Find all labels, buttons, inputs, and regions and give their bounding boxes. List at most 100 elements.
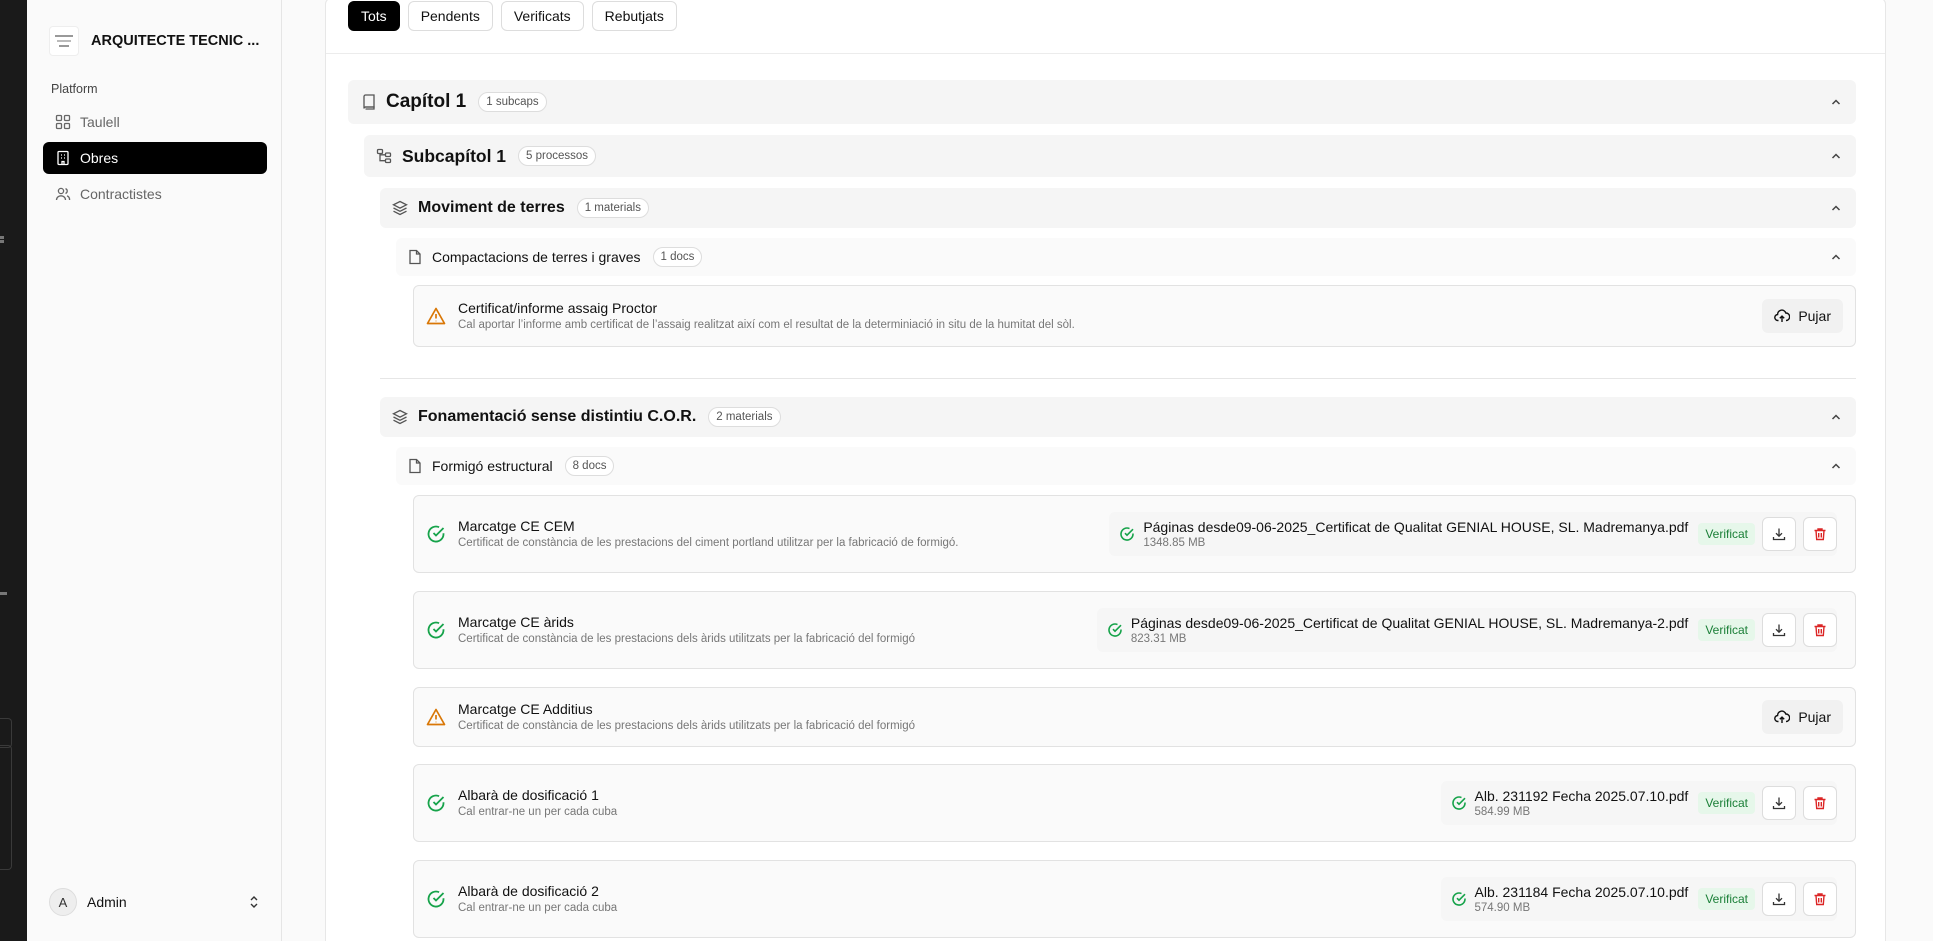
user-menu[interactable]: A Admin xyxy=(43,884,267,920)
document-description: Cal entrar-ne un per cada cuba xyxy=(458,806,618,818)
subchapter-header[interactable]: Subcapítol 1 5 processos xyxy=(364,135,1856,177)
tab-rebutjats[interactable]: Rebutjats xyxy=(591,1,677,31)
document-title: Marcatge CE àrids xyxy=(458,614,574,630)
file-name[interactable]: Páginas desde09-06-2025_Certificat de Qu… xyxy=(1131,615,1688,631)
chevron-up-icon[interactable] xyxy=(1830,251,1842,263)
check-circle-icon xyxy=(1451,796,1466,810)
trash-icon xyxy=(1814,797,1826,810)
status-badge: Verificat xyxy=(1698,523,1755,545)
main-content: Tots Pendents Verificats Rebutjats Capít… xyxy=(283,0,1933,941)
download-button[interactable] xyxy=(1762,613,1796,647)
file-name[interactable]: Páginas desde09-06-2025_Certificat de Qu… xyxy=(1143,519,1688,535)
upload-button[interactable]: Pujar xyxy=(1762,299,1843,333)
hierarchy-icon xyxy=(376,148,392,164)
status-filter-tabs: Tots Pendents Verificats Rebutjats xyxy=(348,1,677,31)
avatar: A xyxy=(49,888,77,916)
delete-button[interactable] xyxy=(1803,786,1837,820)
file-name[interactable]: Alb. 231192 Fecha 2025.07.10.pdf xyxy=(1475,788,1689,804)
document-title: Albarà de dosificació 1 xyxy=(458,787,599,803)
check-circle-icon xyxy=(427,890,445,908)
process-count-badge: 1 materials xyxy=(576,198,649,218)
document-item: Marcatge CE àrids Certificat de constànc… xyxy=(413,591,1856,669)
download-icon xyxy=(1772,797,1786,810)
layers-icon xyxy=(392,200,408,216)
file-size: 823.31 MB xyxy=(1130,633,1187,645)
download-icon xyxy=(1772,624,1786,637)
delete-button[interactable] xyxy=(1803,882,1837,916)
section-separator xyxy=(380,378,1856,379)
file-icon xyxy=(409,249,421,265)
documents-card: Tots Pendents Verificats Rebutjats Capít… xyxy=(325,0,1886,941)
sidebar-item-taulell[interactable]: Taulell xyxy=(43,106,267,138)
process-header[interactable]: Fonamentació sense distintiu C.O.R. 2 ma… xyxy=(380,397,1856,437)
sidebar-item-label: Obres xyxy=(80,150,119,166)
chapter-title: Capítol 1 xyxy=(386,91,467,112)
users-icon xyxy=(55,187,71,201)
sidebar-item-obres[interactable]: Obres xyxy=(43,142,267,174)
section-label: Platform xyxy=(51,82,98,96)
file-size: 1348.85 MB xyxy=(1143,537,1206,549)
sidebar-nav: Taulell Obres Contractistes xyxy=(43,106,267,214)
user-name: Admin xyxy=(87,894,127,910)
cloud-upload-icon xyxy=(1774,309,1791,322)
file-icon xyxy=(409,458,421,474)
file-name[interactable]: Alb. 231184 Fecha 2025.07.10.pdf xyxy=(1475,884,1689,900)
delete-button[interactable] xyxy=(1803,613,1837,647)
chevron-up-icon[interactable] xyxy=(1830,460,1842,472)
material-header[interactable]: Formigó estructural 8 docs xyxy=(396,447,1856,485)
cloud-upload-icon xyxy=(1774,710,1791,723)
document-title: Marcatge CE Additius xyxy=(458,701,593,717)
download-button[interactable] xyxy=(1762,517,1796,551)
trash-icon xyxy=(1814,624,1826,637)
building-icon xyxy=(57,150,69,166)
material-header[interactable]: Compactacions de terres i graves 1 docs xyxy=(396,238,1856,276)
download-icon xyxy=(1772,528,1786,541)
trash-icon xyxy=(1814,528,1826,541)
delete-button[interactable] xyxy=(1803,517,1837,551)
check-circle-icon xyxy=(427,621,445,639)
warning-icon xyxy=(426,708,446,726)
brand[interactable]: ARQUITECTE TECNIC ... xyxy=(49,26,259,56)
warning-icon xyxy=(426,307,446,325)
status-badge: Verificat xyxy=(1698,792,1755,814)
attached-file: Páginas desde09-06-2025_Certificat de Qu… xyxy=(1109,512,1837,556)
process-title: Fonamentació sense distintiu C.O.R. xyxy=(418,408,697,425)
document-title: Marcatge CE CEM xyxy=(458,518,575,534)
document-item: Certificat/informe assaig Proctor Cal ap… xyxy=(413,285,1856,347)
chevron-up-icon[interactable] xyxy=(1830,202,1842,214)
document-description: Certificat de constància de les prestaci… xyxy=(458,720,916,732)
document-description: Certificat de constància de les prestaci… xyxy=(458,633,916,645)
download-button[interactable] xyxy=(1762,882,1796,916)
tab-pendents[interactable]: Pendents xyxy=(407,1,493,31)
upload-button[interactable]: Pujar xyxy=(1762,700,1843,734)
sidebar-item-contractistes[interactable]: Contractistes xyxy=(43,178,267,210)
sidebar-item-label: Taulell xyxy=(80,114,120,130)
document-item: Marcatge CE Additius Certificat de const… xyxy=(413,687,1856,747)
attached-file: Páginas desde09-06-2025_Certificat de Qu… xyxy=(1096,608,1837,652)
layers-icon xyxy=(392,409,408,425)
chapter-header[interactable]: Capítol 1 1 subcaps xyxy=(348,80,1856,124)
tab-verificats[interactable]: Verificats xyxy=(500,1,584,31)
download-icon xyxy=(1772,893,1786,906)
sidebar: ARQUITECTE TECNIC ... Platform Taulell O… xyxy=(27,0,282,941)
document-item: Albarà de dosificació 2 Cal entrar-ne un… xyxy=(413,860,1856,938)
chevron-up-icon[interactable] xyxy=(1830,411,1842,423)
status-badge: Verificat xyxy=(1698,619,1755,641)
download-button[interactable] xyxy=(1762,786,1796,820)
book-icon xyxy=(363,94,375,110)
chevron-up-icon[interactable] xyxy=(1830,150,1842,162)
check-circle-icon xyxy=(1451,892,1466,906)
material-title: Compactacions de terres i graves xyxy=(432,249,641,265)
process-header[interactable]: Moviment de terres 1 materials xyxy=(380,188,1856,228)
upload-label: Pujar xyxy=(1798,709,1831,725)
tab-tots[interactable]: Tots xyxy=(348,1,400,31)
chevrons-up-down-icon xyxy=(250,896,258,908)
status-badge: Verificat xyxy=(1698,888,1755,910)
document-description: Certificat de constància de les prestaci… xyxy=(458,537,959,549)
brand-name: ARQUITECTE TECNIC ... xyxy=(91,33,260,49)
sidebar-item-label: Contractistes xyxy=(80,186,162,202)
check-circle-icon xyxy=(1108,623,1122,637)
process-title: Moviment de terres xyxy=(418,199,565,216)
chevron-up-icon[interactable] xyxy=(1830,96,1842,108)
file-size: 574.90 MB xyxy=(1474,902,1531,914)
